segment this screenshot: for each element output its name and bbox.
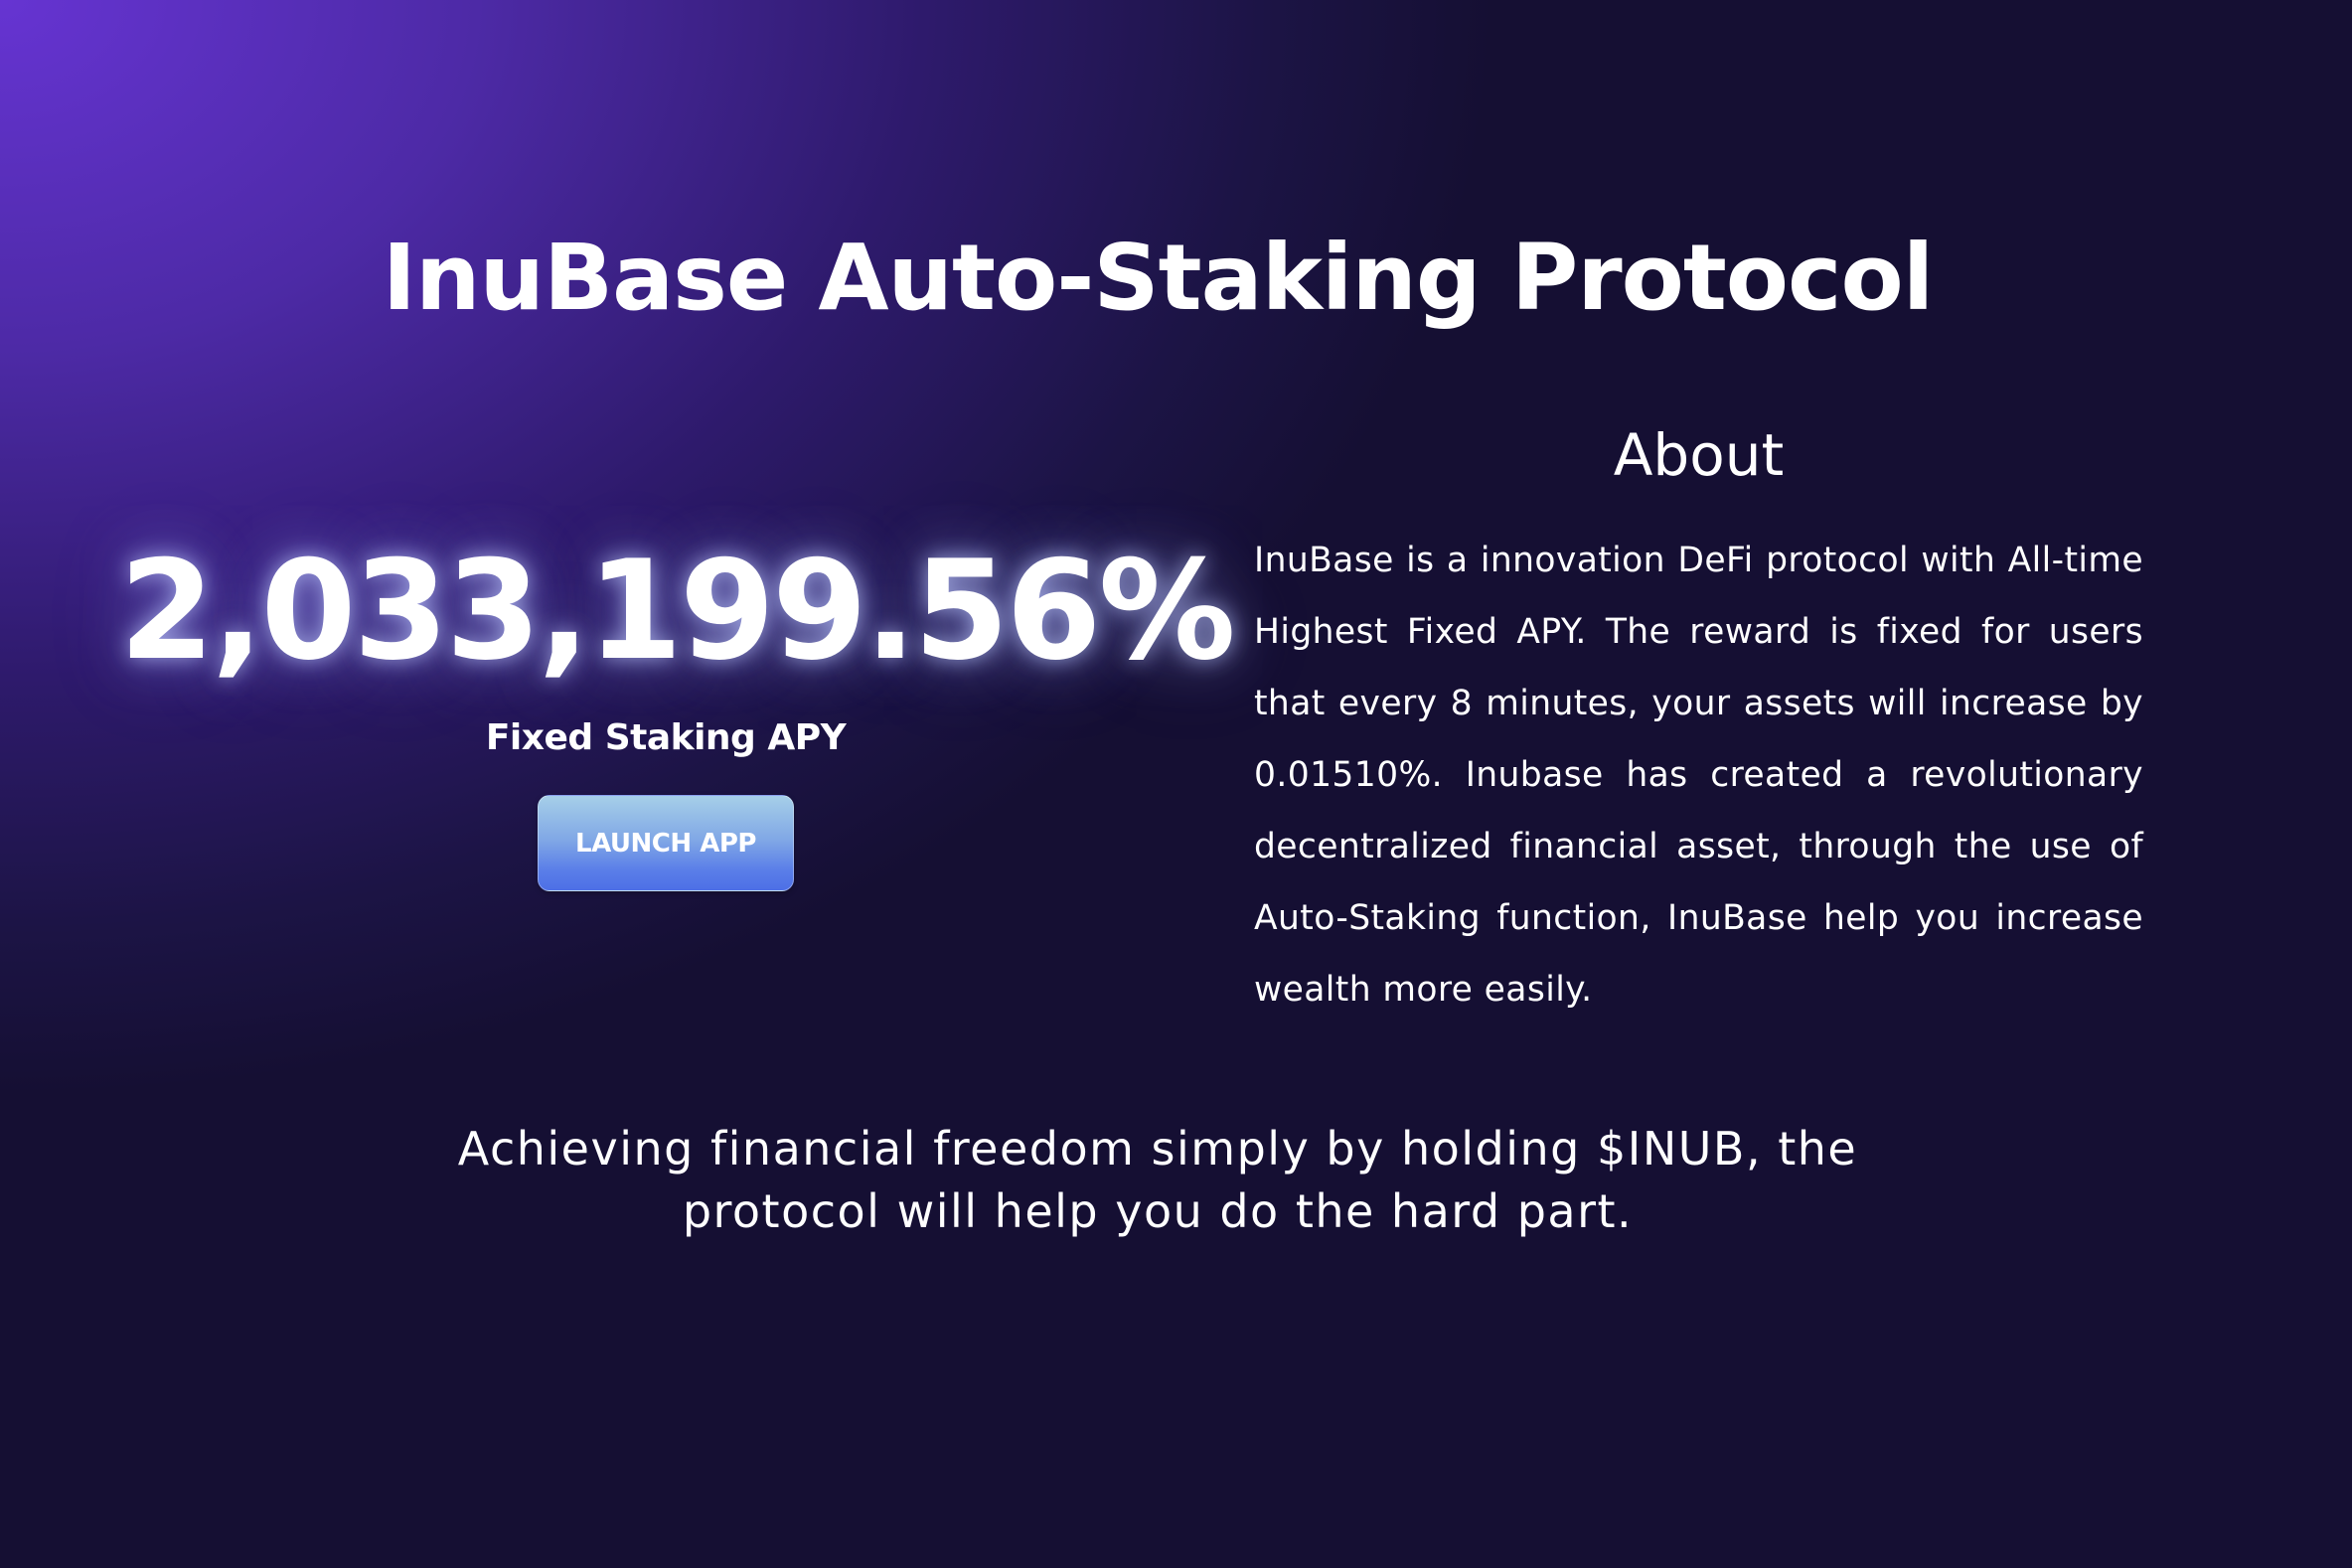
landing-page: InuBase Auto-Staking Protocol 2,033,199.… xyxy=(0,0,2352,1568)
launch-app-button[interactable]: LAUNCH APP xyxy=(538,795,794,891)
tagline-line-2: protocol will help you do the hard part. xyxy=(682,1184,1634,1238)
about-description: InuBase is a innovation DeFi protocol wi… xyxy=(1254,541,2143,1010)
apy-label: Fixed Staking APY xyxy=(485,717,847,758)
tagline: Achieving financial freedom simply by ho… xyxy=(378,1118,1938,1243)
about-heading: About xyxy=(1613,421,1785,489)
tagline-line-1: Achieving financial freedom simply by ho… xyxy=(457,1122,1858,1176)
apy-value: 2,033,199.56% xyxy=(119,531,1236,691)
page-title: InuBase Auto-Staking Protocol xyxy=(382,225,1935,331)
apy-section: 2,033,199.56% Fixed Staking APY LAUNCH A… xyxy=(119,527,1236,891)
